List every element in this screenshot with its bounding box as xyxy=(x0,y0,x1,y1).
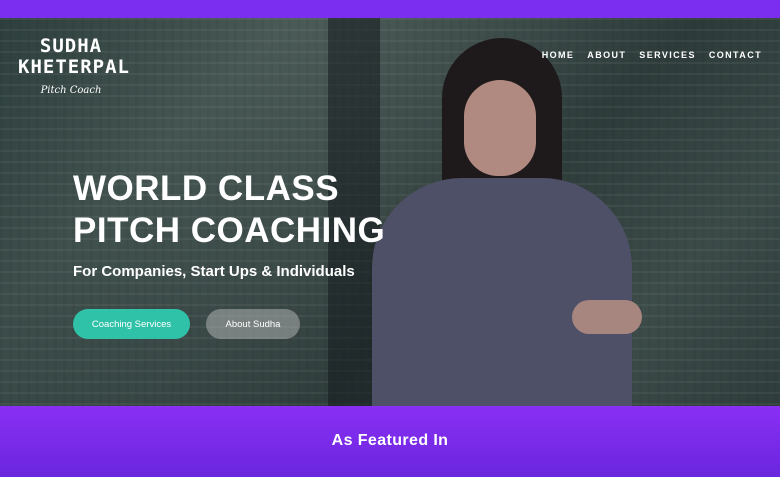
speaker-photo xyxy=(372,38,642,406)
hero-subtitle: For Companies, Start Ups & Individuals xyxy=(73,263,355,280)
featured-in-heading: As Featured In xyxy=(331,432,449,449)
hero-title-line1: WORLD CLASS xyxy=(73,169,340,208)
logo-name-line2: KHETERPAL xyxy=(18,56,130,78)
featured-in-section: As Featured In xyxy=(0,406,780,477)
hero-title-line2: PITCH COACHING xyxy=(73,211,386,250)
top-accent-bar xyxy=(0,0,780,18)
logo-name-line1: SUDHA xyxy=(39,35,103,57)
main-navigation: HOME ABOUT SERVICES CONTACT xyxy=(542,50,762,60)
nav-contact-link[interactable]: CONTACT xyxy=(709,50,762,60)
coaching-services-button[interactable]: Coaching Services xyxy=(73,309,190,339)
nav-services-link[interactable]: SERVICES xyxy=(639,50,696,60)
nav-about-link[interactable]: ABOUT xyxy=(587,50,626,60)
nav-home-link[interactable]: HOME xyxy=(542,50,575,60)
logo-tagline: Pitch Coach xyxy=(40,85,102,96)
site-logo[interactable]: SUDHA KHETERPAL Pitch Coach xyxy=(18,36,138,106)
about-sudha-button[interactable]: About Sudha xyxy=(206,309,300,339)
hero-title: WORLD CLASS PITCH COACHING xyxy=(73,168,385,252)
hero-section: SUDHA KHETERPAL Pitch Coach HOME ABOUT S… xyxy=(0,18,780,406)
